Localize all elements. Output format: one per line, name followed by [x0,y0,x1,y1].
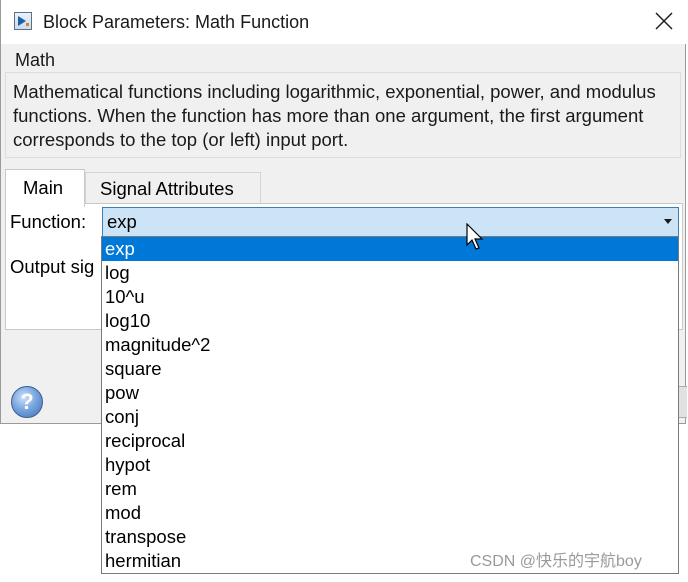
option-conj[interactable]: conj [102,405,678,429]
option-square[interactable]: square [102,357,678,381]
block-description: Mathematical functions including logarit… [13,81,656,150]
tab-signal-attributes[interactable]: Signal Attributes [85,172,261,204]
tab-signal-attributes-label: Signal Attributes [100,178,234,199]
function-options-list[interactable]: exp log 10^u log10 magnitude^2 square po… [101,236,679,574]
function-dropdown[interactable]: exp [102,207,679,237]
option-hypot[interactable]: hypot [102,453,678,477]
function-selected-value: exp [107,211,137,232]
close-icon [655,12,673,30]
option-log10[interactable]: log10 [102,309,678,333]
simulink-block-icon [14,12,32,30]
option-log[interactable]: log [102,261,678,285]
option-magnitude-squared[interactable]: magnitude^2 [102,333,678,357]
tab-main-label: Main [23,177,64,198]
option-10-pow-u[interactable]: 10^u [102,285,678,309]
window-title: Block Parameters: Math Function [43,12,310,32]
output-signal-label: Output sig [10,256,95,277]
function-label: Function: [10,211,87,232]
option-rem[interactable]: rem [102,477,678,501]
tab-main[interactable]: Main [5,169,85,207]
watermark: CSDN @快乐的宇航boy [470,553,642,570]
option-exp[interactable]: exp [102,237,678,261]
screen: Block Parameters: Math Function Math Mat… [0,0,688,582]
option-reciprocal[interactable]: reciprocal [102,429,678,453]
close-button[interactable] [641,0,687,44]
help-button[interactable]: ? [11,386,43,418]
mouse-cursor-icon [466,223,484,250]
chevron-down-icon [664,219,672,224]
help-icon: ? [20,389,34,414]
option-pow[interactable]: pow [102,381,678,405]
title-bar[interactable]: Block Parameters: Math Function [1,0,687,44]
option-transpose[interactable]: transpose [102,525,678,549]
group-title: Math [15,50,56,70]
option-mod[interactable]: mod [102,501,678,525]
